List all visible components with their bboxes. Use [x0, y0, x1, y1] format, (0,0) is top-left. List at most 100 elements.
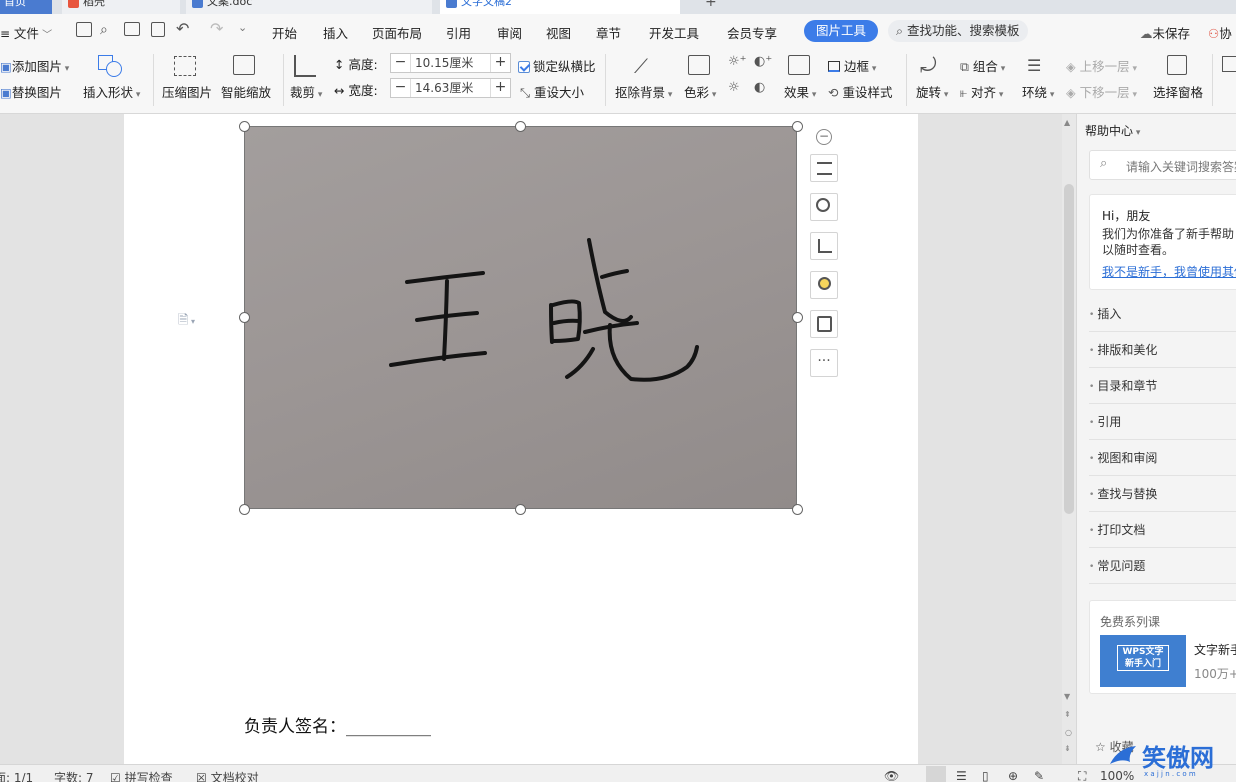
reading-view-icon[interactable]: ▯ [982, 769, 989, 782]
tab-doc-wenan[interactable]: 文案.doc [186, 0, 432, 14]
format-painter-icon[interactable]: ⌕ [100, 22, 108, 38]
contrast-down-icon[interactable]: ◐ [754, 80, 765, 95]
help-item-print[interactable]: 打印文档 [1089, 512, 1236, 548]
print-preview-icon[interactable] [151, 22, 165, 37]
menu-item-start[interactable]: 开始 [272, 23, 297, 42]
brightness-up-icon[interactable]: ☼⁺ [728, 54, 747, 69]
help-item-insert[interactable]: 插入 [1089, 296, 1236, 332]
zoom-image-button[interactable] [810, 193, 838, 221]
more-options-button[interactable]: ··· [810, 349, 838, 377]
paragraph-layout-icon[interactable]: 🗎 ▾ [178, 311, 195, 333]
vertical-scrollbar[interactable]: ▲ ▼ ⇞ ○ ⇟ [1062, 114, 1076, 764]
width-field[interactable]: − 14.63厘米 + [390, 78, 511, 98]
menu-item-developer[interactable]: 开发工具 [649, 23, 699, 42]
align-button[interactable]: ⫦ 对齐 ▾ [960, 82, 1003, 101]
resize-handle-left[interactable] [239, 312, 250, 323]
save-icon[interactable] [76, 22, 92, 37]
group-button[interactable]: ⧉ 组合 ▾ [960, 56, 1005, 75]
color-button[interactable]: 色彩 ▾ [684, 82, 716, 101]
quick-access-dropdown-icon[interactable]: ⌄ [238, 21, 247, 34]
rotate-button[interactable]: 旋转 ▾ [916, 82, 948, 101]
resize-handle-top-right[interactable] [792, 121, 803, 132]
width-decrease-button[interactable]: − [391, 79, 411, 97]
resize-handle-bottom-right[interactable] [792, 504, 803, 515]
insert-shape-button[interactable]: 插入形状 ▾ [83, 82, 140, 101]
wrap-button[interactable]: 环绕 ▾ [1022, 82, 1054, 101]
scroll-thumb[interactable] [1064, 184, 1074, 514]
print-icon[interactable] [124, 22, 140, 36]
page-view-icon[interactable] [926, 766, 946, 782]
menu-item-chapter[interactable]: 章节 [596, 23, 621, 42]
send-backward-button[interactable]: ◈ 下移一层 ▾ [1066, 82, 1137, 101]
write-mode-icon[interactable]: ✎ [1034, 769, 1044, 782]
menu-item-member[interactable]: 会员专享 [727, 23, 777, 42]
outline-view-icon[interactable]: ☰ [956, 769, 967, 782]
tab-doc-current[interactable]: 文字文稿2 [440, 0, 680, 14]
resize-handle-bottom-left[interactable] [239, 504, 250, 515]
undo-icon[interactable]: ↶ [176, 19, 189, 38]
selection-pane-button[interactable]: 选择窗格 [1153, 82, 1203, 101]
proofread-button[interactable]: ☒ 文档校对 [196, 769, 259, 782]
effect-button[interactable]: 效果 ▾ [784, 82, 816, 101]
tab-home[interactable]: 首页 [0, 0, 52, 14]
help-item-view-review[interactable]: 视图和审阅 [1089, 440, 1236, 476]
help-item-faq[interactable]: 常见问题 [1089, 548, 1236, 584]
image-to-text-button[interactable] [810, 310, 838, 338]
tab-picture-tools[interactable]: 图片工具 [804, 20, 878, 42]
help-item-find-replace[interactable]: 查找与替换 [1089, 476, 1236, 512]
tab-docer[interactable]: 稻壳 [62, 0, 180, 14]
select-browse-icon[interactable]: ○ [1065, 728, 1072, 737]
help-search-input[interactable]: ⌕ 请输入关键词搜索答案 [1089, 150, 1236, 180]
collapse-icon[interactable]: − [816, 129, 832, 145]
signature-label-line[interactable]: 负责人签名：__________ [244, 712, 431, 737]
crop-button[interactable]: 裁剪 ▾ [290, 82, 322, 101]
help-item-typesetting[interactable]: 排版和美化 [1089, 332, 1236, 368]
width-value[interactable]: 14.63厘米 [415, 79, 473, 97]
replace-image-button[interactable]: ▣替换图片 [0, 82, 62, 101]
new-tab-icon[interactable]: + [705, 0, 717, 10]
crop-image-button[interactable] [810, 232, 838, 260]
save-status[interactable]: ☁未保存 [1140, 23, 1190, 42]
height-field[interactable]: − 10.15厘米 + [390, 53, 511, 73]
eye-protection-icon[interactable]: 👁 [884, 769, 899, 782]
signature-image[interactable]: 王晓 [244, 126, 797, 509]
bring-forward-button[interactable]: ◈ 上移一层 ▾ [1066, 56, 1137, 75]
more-tools-icon[interactable] [1222, 56, 1236, 72]
menu-item-view[interactable]: 视图 [546, 23, 571, 42]
help-not-newbie-link[interactable]: 我不是新手，我曾使用其他 [1102, 263, 1236, 280]
help-center-title[interactable]: 帮助中心 ▾ [1085, 122, 1140, 139]
reset-size-button[interactable]: ⤡ 重设大小 [520, 82, 584, 101]
height-increase-button[interactable]: + [490, 54, 510, 72]
resize-handle-top-left[interactable] [239, 121, 250, 132]
function-search[interactable]: ⌕ 查找功能、搜索模板 [888, 20, 1028, 42]
collaborate-button[interactable]: ⚇协 [1208, 23, 1232, 42]
redo-icon[interactable]: ↷ [210, 19, 223, 38]
page-count[interactable]: 页面: 1/1 [0, 769, 33, 782]
height-decrease-button[interactable]: − [391, 54, 411, 72]
brightness-down-icon[interactable]: ☼ [728, 80, 740, 95]
menu-item-review[interactable]: 审阅 [497, 23, 522, 42]
help-item-reference[interactable]: 引用 [1089, 404, 1236, 440]
prev-page-icon[interactable]: ⇞ [1064, 710, 1071, 719]
menu-item-insert[interactable]: 插入 [323, 23, 348, 42]
help-item-toc[interactable]: 目录和章节 [1089, 368, 1236, 404]
border-button[interactable]: 边框 ▾ [828, 56, 876, 75]
layout-options-button[interactable] [810, 154, 838, 182]
word-count[interactable]: 字数: 7 [54, 769, 94, 782]
spell-check-button[interactable]: ☑ 拼写检查 [110, 769, 173, 782]
height-value[interactable]: 10.15厘米 [415, 54, 473, 72]
width-increase-button[interactable]: + [490, 79, 510, 97]
free-course-card[interactable]: 免费系列课 WPS文字 新手入门 文字新手 100万+ [1089, 600, 1236, 694]
resize-handle-top[interactable] [515, 121, 526, 132]
resize-handle-right[interactable] [792, 312, 803, 323]
add-image-button[interactable]: ▣添加图片 ▾ [0, 56, 69, 75]
lock-ratio-checkbox[interactable]: 锁定纵横比 [518, 56, 596, 75]
resize-handle-bottom[interactable] [515, 504, 526, 515]
contrast-up-icon[interactable]: ◐⁺ [754, 54, 772, 69]
scroll-up-icon[interactable]: ▲ [1064, 118, 1070, 127]
smart-zoom-button[interactable]: 智能缩放 [221, 82, 271, 101]
menu-item-layout[interactable]: 页面布局 [372, 23, 422, 42]
scroll-down-icon[interactable]: ▼ [1064, 692, 1070, 701]
remove-background-button[interactable]: 抠除背景 ▾ [615, 82, 672, 101]
web-view-icon[interactable]: ⊕ [1008, 769, 1018, 782]
